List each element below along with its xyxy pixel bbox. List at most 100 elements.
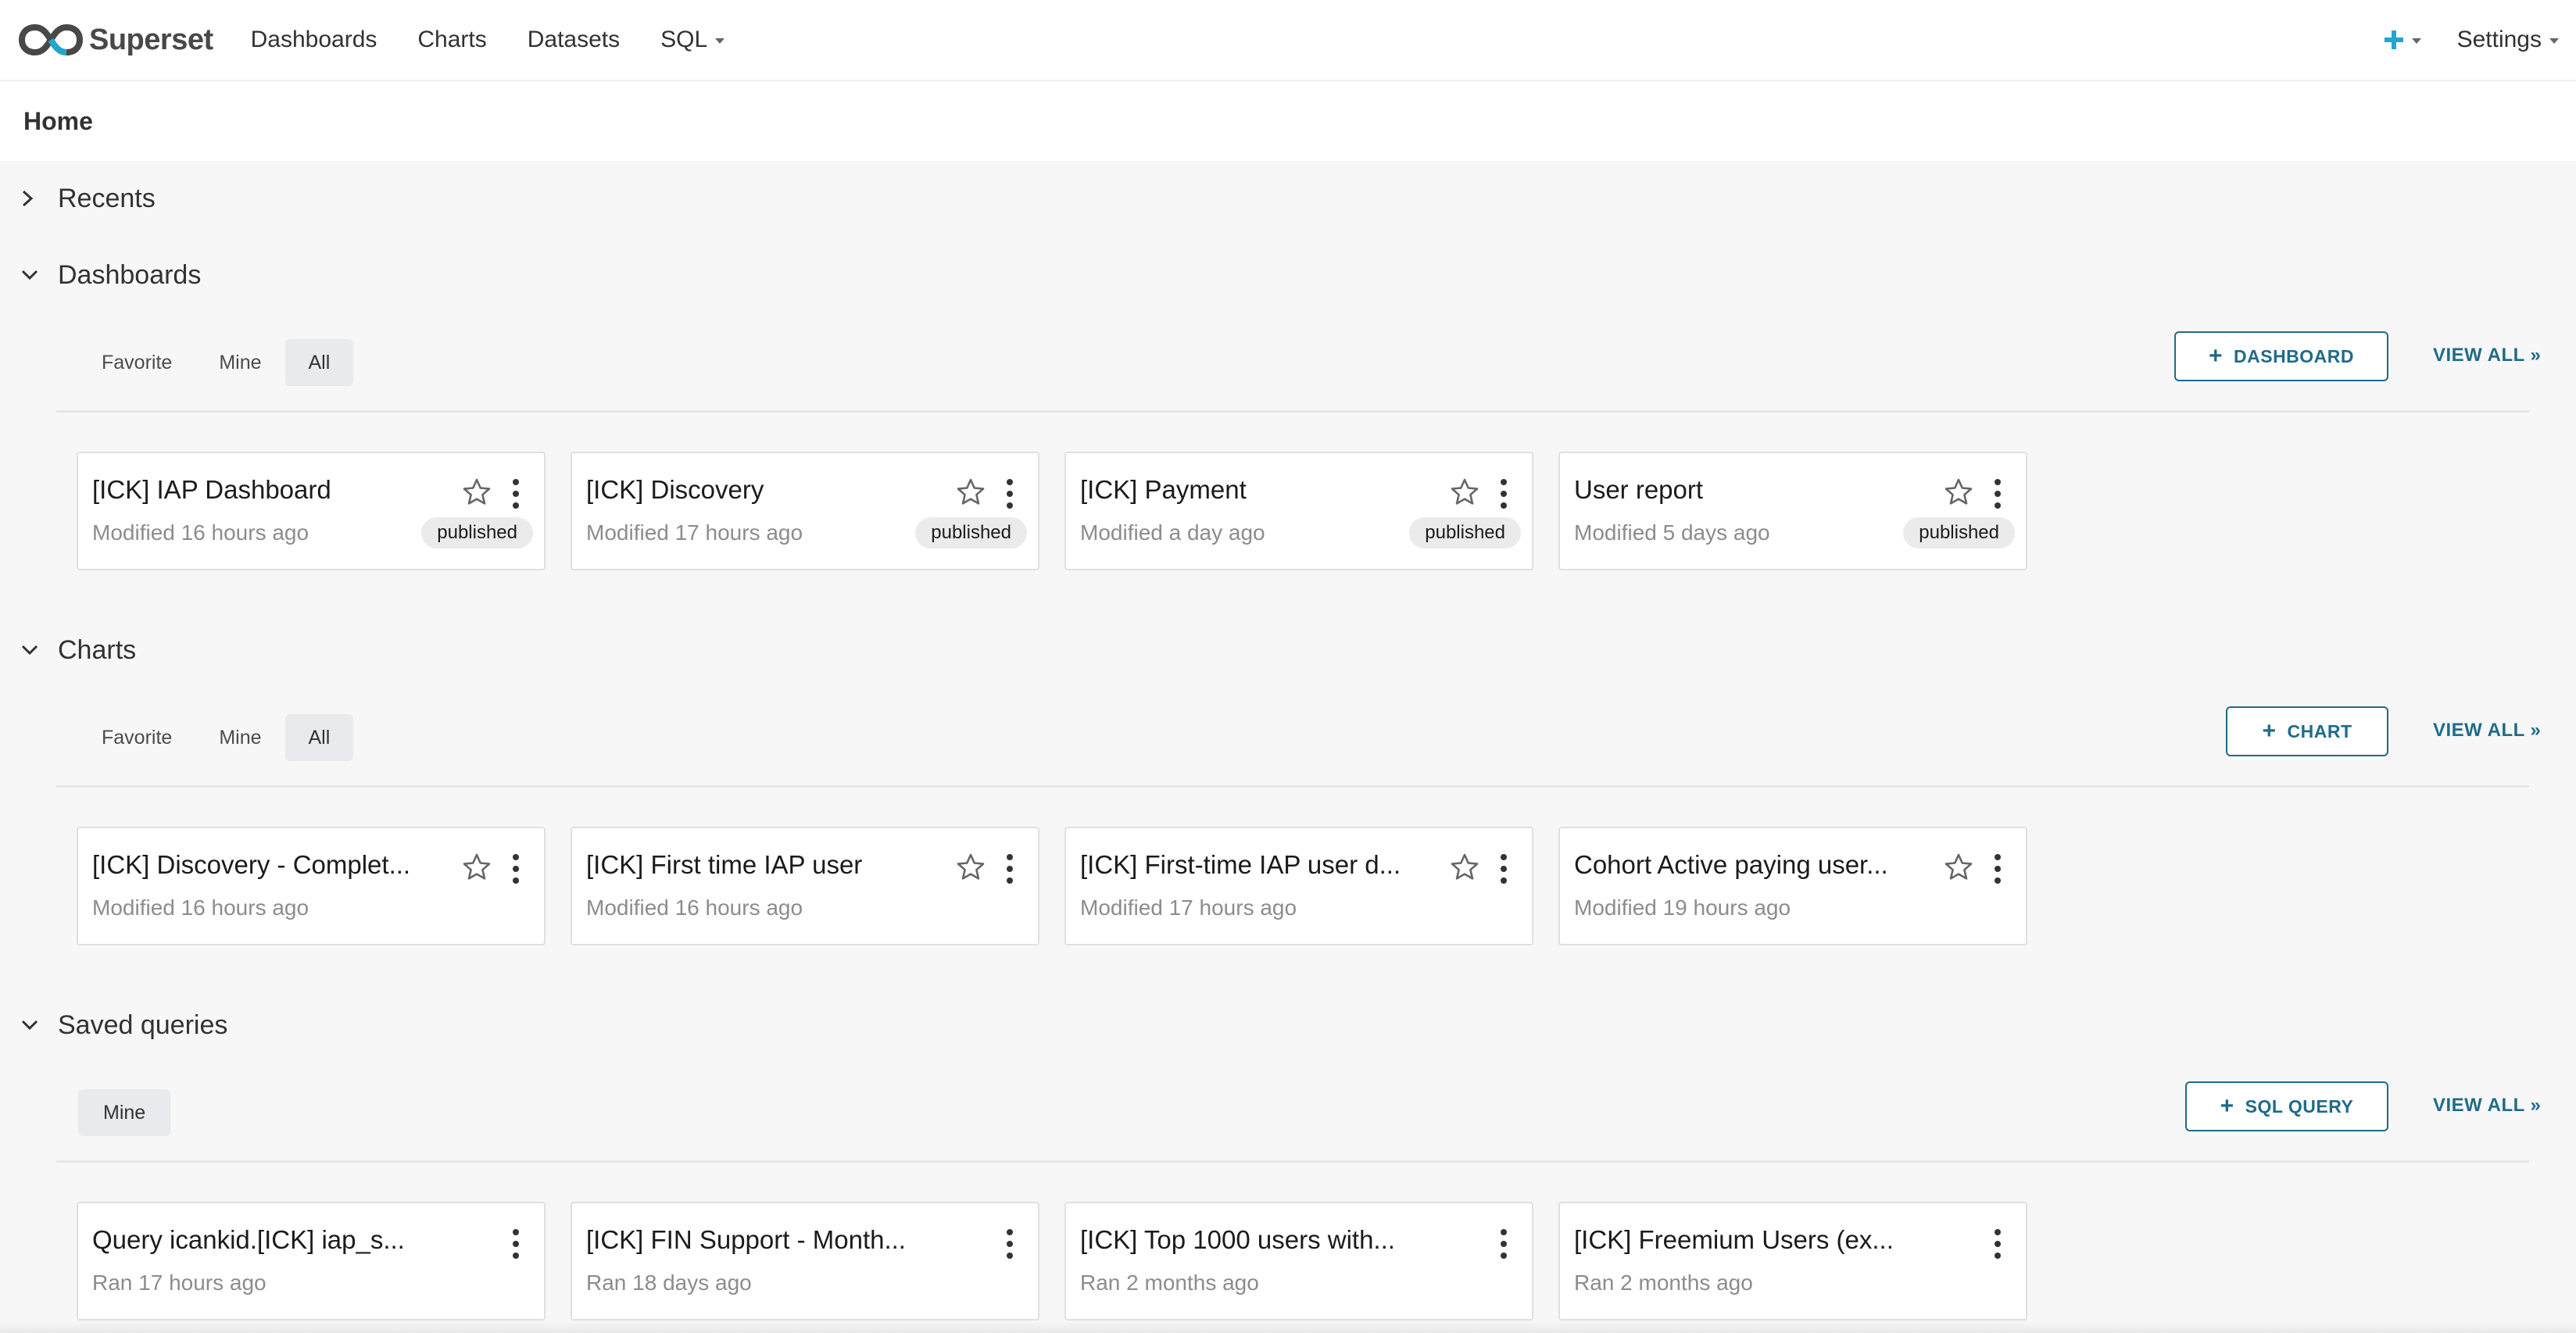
section-header-charts[interactable]: Charts — [0, 631, 136, 670]
vertical-ellipsis-icon[interactable] — [1990, 477, 2005, 511]
vertical-ellipsis-icon[interactable] — [1002, 477, 1018, 511]
status-badge: published — [421, 517, 533, 549]
home-header: Home — [0, 81, 2576, 161]
tab-mine[interactable]: Mine — [78, 1089, 171, 1136]
card-title[interactable]: Cohort Active paying user... — [1574, 850, 1918, 880]
vertical-ellipsis-icon[interactable] — [1496, 1227, 1512, 1261]
add-dashboard-label: DASHBOARD — [2234, 345, 2355, 366]
vertical-ellipsis-icon[interactable] — [508, 1227, 524, 1261]
tab-label: Mine — [219, 351, 262, 373]
section-title-recents: Recents — [58, 183, 156, 213]
charts-filter-tabs: Favorite Mine All — [78, 714, 354, 761]
nav-dashboards[interactable]: Dashboards — [231, 0, 398, 80]
chevron-down-icon — [0, 642, 58, 658]
vertical-ellipsis-icon[interactable] — [508, 477, 524, 511]
card-modified: Modified 5 days ago — [1574, 520, 1770, 545]
saved-query-card[interactable]: [ICK] Freemium Users (ex... Ran 2 months… — [1558, 1202, 2027, 1320]
add-chart-label: CHART — [2287, 720, 2352, 742]
saved-query-card[interactable]: Query icankid.[ICK] iap_s... Ran 17 hour… — [77, 1202, 546, 1320]
card-modified: Modified 19 hours ago — [1574, 895, 1791, 920]
star-outline-icon[interactable] — [955, 852, 986, 883]
card-modified: Modified 17 hours ago — [586, 520, 803, 545]
section-header-recents[interactable]: Recents — [0, 179, 156, 218]
card-title[interactable]: [ICK] First-time IAP user d... — [1080, 850, 1424, 880]
settings-dropdown[interactable]: Settings — [2442, 0, 2576, 80]
bottom-shadow — [0, 1320, 2576, 1333]
dashboards-filter-tabs: Favorite Mine All — [78, 339, 354, 386]
main-menu: Dashboards Charts Datasets SQL — [231, 0, 746, 80]
card-title[interactable]: [ICK] First time IAP user — [586, 850, 930, 880]
plus-icon — [2384, 30, 2403, 49]
tab-label: All — [308, 351, 331, 373]
tab-all[interactable]: All — [284, 714, 354, 761]
card-modified: Modified 16 hours ago — [92, 895, 309, 920]
tab-favorite[interactable]: Favorite — [78, 339, 195, 386]
card-modified: Modified 17 hours ago — [1080, 895, 1297, 920]
vertical-ellipsis-icon[interactable] — [1002, 1227, 1018, 1261]
chart-card[interactable]: [ICK] Discovery - Complet... Modified 16… — [77, 827, 546, 945]
add-chart-button[interactable]: + CHART — [2226, 706, 2388, 756]
nav-datasets[interactable]: Datasets — [507, 0, 640, 80]
view-all-charts-link[interactable]: VIEW ALL » — [2433, 720, 2541, 742]
saved-query-card[interactable]: [ICK] Top 1000 users with... Ran 2 month… — [1064, 1202, 1533, 1320]
card-title[interactable]: [ICK] Top 1000 users with... — [1080, 1225, 1424, 1255]
vertical-ellipsis-icon[interactable] — [1990, 1227, 2005, 1261]
tab-favorite[interactable]: Favorite — [78, 714, 195, 761]
chart-card[interactable]: [ICK] First time IAP user Modified 16 ho… — [571, 827, 1039, 945]
section-header-saved-queries[interactable]: Saved queries — [0, 1006, 227, 1045]
chevron-right-icon — [0, 189, 58, 208]
vertical-ellipsis-icon[interactable] — [1990, 852, 2005, 886]
view-all-dashboards-link[interactable]: VIEW ALL » — [2433, 345, 2541, 366]
add-dashboard-button[interactable]: + DASHBOARD — [2174, 331, 2388, 381]
dashboard-card[interactable]: User report Modified 5 days ago publishe… — [1558, 452, 2027, 570]
card-title[interactable]: User report — [1574, 475, 1918, 505]
card-title[interactable]: [ICK] Payment — [1080, 475, 1424, 505]
vertical-ellipsis-icon[interactable] — [508, 852, 524, 886]
nav-datasets-label: Datasets — [527, 27, 621, 52]
card-title[interactable]: [ICK] Freemium Users (ex... — [1574, 1225, 1918, 1255]
add-sql-query-button[interactable]: + SQL QUERY — [2185, 1081, 2388, 1131]
new-item-dropdown[interactable] — [2363, 0, 2442, 80]
card-title[interactable]: Query icankid.[ICK] iap_s... — [92, 1225, 436, 1255]
card-title[interactable]: [ICK] FIN Support - Month... — [586, 1225, 930, 1255]
dashboard-card[interactable]: [ICK] Payment Modified a day ago publish… — [1064, 452, 1533, 570]
nav-sql-dropdown[interactable]: SQL — [640, 0, 745, 80]
card-title[interactable]: [ICK] Discovery - Complet... — [92, 850, 436, 880]
card-title[interactable]: [ICK] Discovery — [586, 475, 930, 505]
section-divider — [56, 1160, 2529, 1163]
star-outline-icon[interactable] — [1449, 477, 1480, 508]
card-modified: Modified 16 hours ago — [586, 895, 803, 920]
card-ran: Ran 18 days ago — [586, 1270, 752, 1295]
tab-all[interactable]: All — [284, 339, 354, 386]
star-outline-icon[interactable] — [1943, 852, 1974, 883]
nav-charts-label: Charts — [417, 27, 487, 52]
dashboard-card[interactable]: [ICK] Discovery Modified 17 hours ago pu… — [571, 452, 1039, 570]
star-outline-icon[interactable] — [461, 852, 492, 883]
tab-mine[interactable]: Mine — [195, 714, 284, 761]
brand-logo-link[interactable]: Superset — [19, 0, 213, 80]
vertical-ellipsis-icon[interactable] — [1002, 852, 1018, 886]
caret-down-icon — [2549, 38, 2559, 44]
saved-query-card[interactable]: [ICK] FIN Support - Month... Ran 18 days… — [571, 1202, 1039, 1320]
star-outline-icon[interactable] — [461, 477, 492, 508]
chart-card[interactable]: Cohort Active paying user... Modified 19… — [1558, 827, 2027, 945]
vertical-ellipsis-icon[interactable] — [1496, 477, 1512, 511]
card-ran: Ran 2 months ago — [1080, 1270, 1259, 1295]
dashboard-card[interactable]: [ICK] IAP Dashboard Modified 16 hours ag… — [77, 452, 546, 570]
vertical-ellipsis-icon[interactable] — [1496, 852, 1512, 886]
star-outline-icon[interactable] — [1449, 852, 1480, 883]
star-outline-icon[interactable] — [955, 477, 986, 508]
star-outline-icon[interactable] — [1943, 477, 1974, 508]
chart-card[interactable]: [ICK] First-time IAP user d... Modified … — [1064, 827, 1533, 945]
nav-charts[interactable]: Charts — [397, 0, 506, 80]
section-header-dashboards[interactable]: Dashboards — [0, 256, 201, 295]
plus-icon: + — [2220, 1093, 2234, 1119]
tab-mine[interactable]: Mine — [195, 339, 284, 386]
card-title[interactable]: [ICK] IAP Dashboard — [92, 475, 436, 505]
tab-label: Favorite — [102, 726, 173, 749]
view-all-saved-queries-link[interactable]: VIEW ALL » — [2433, 1095, 2541, 1117]
card-ran: Ran 17 hours ago — [92, 1270, 267, 1295]
plus-icon: + — [2262, 718, 2277, 744]
section-title-saved-queries: Saved queries — [58, 1010, 228, 1040]
add-sql-query-label: SQL QUERY — [2245, 1095, 2354, 1117]
